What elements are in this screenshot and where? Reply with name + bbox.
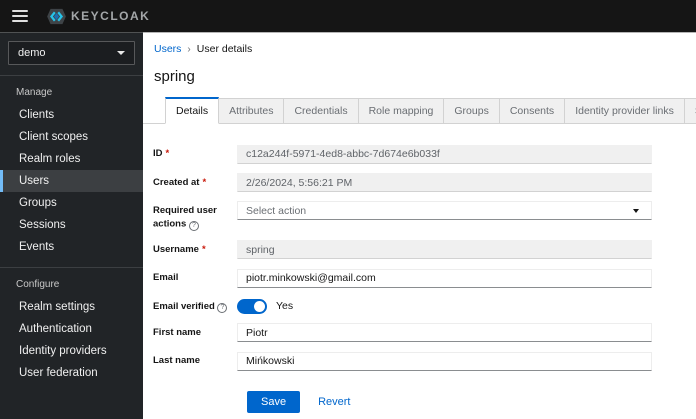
keycloak-logo-icon: [47, 8, 66, 24]
form-row-last-name: Last name: [153, 351, 652, 371]
nav-group-title-configure: Configure: [16, 279, 60, 290]
sidebar-item-realm-settings[interactable]: Realm settings: [0, 296, 143, 318]
sidebar-item-client-scopes[interactable]: Client scopes: [0, 126, 143, 148]
sidebar-item-sessions[interactable]: Sessions: [0, 214, 143, 236]
email-verified-toggle[interactable]: [237, 298, 267, 314]
breadcrumb: Users › User details: [143, 32, 696, 55]
tabs-bar: Details Attributes Credentials Role mapp…: [143, 97, 696, 124]
email-label: Email: [153, 272, 179, 284]
form-row-required-user-actions: Required user actions ? Select action: [153, 201, 652, 231]
required-marker: *: [165, 148, 170, 159]
email-verified-state: Yes: [276, 300, 294, 313]
help-icon[interactable]: ?: [188, 220, 199, 231]
tab-attributes[interactable]: Attributes: [219, 98, 285, 124]
sidebar: demo Manage Clients Client scopes Realm …: [0, 32, 143, 419]
form-actions: Save Revert: [247, 390, 652, 413]
required-user-actions-label: Required user actions ?: [153, 205, 217, 231]
breadcrumb-current: User details: [196, 43, 253, 55]
tab-details[interactable]: Details: [165, 97, 220, 124]
brand-text: KEYCLOAK: [71, 9, 151, 23]
last-name-field[interactable]: [237, 351, 652, 371]
created-at-field: [237, 173, 652, 192]
id-label: ID *: [153, 148, 170, 159]
tab-credentials[interactable]: Credentials: [284, 98, 359, 124]
first-name-label: First name: [153, 326, 202, 338]
last-name-label: Last name: [153, 355, 200, 367]
breadcrumb-separator-icon: ›: [187, 43, 191, 55]
sidebar-item-events[interactable]: Events: [0, 236, 143, 258]
email-verified-label: Email verified ?: [153, 297, 237, 314]
sidebar-item-groups[interactable]: Groups: [0, 192, 143, 214]
help-icon[interactable]: ?: [217, 303, 228, 314]
username-label: Username *: [153, 243, 206, 255]
sidebar-item-users[interactable]: Users: [0, 170, 143, 192]
realm-selector-value: demo: [18, 47, 46, 59]
email-field[interactable]: [237, 268, 652, 288]
user-details-form: ID* Created at* Required user actions ?: [143, 124, 696, 413]
required-user-actions-select[interactable]: Select action: [237, 201, 652, 220]
form-row-email-verified: Email verified ? Yes: [153, 297, 652, 314]
sidebar-item-authentication[interactable]: Authentication: [0, 318, 143, 340]
chevron-down-icon: [117, 51, 125, 55]
keycloak-logo: KEYCLOAK: [46, 8, 150, 25]
sidebar-item-identity-providers[interactable]: Identity providers: [0, 340, 143, 362]
select-placeholder: Select action: [246, 204, 307, 217]
tab-groups[interactable]: Groups: [444, 98, 500, 124]
revert-button[interactable]: Revert: [318, 396, 350, 408]
tab-identity-provider-links[interactable]: Identity provider links: [565, 98, 685, 124]
required-marker: *: [202, 176, 207, 188]
toggle-knob: [254, 300, 265, 312]
realm-selector[interactable]: demo: [8, 41, 135, 65]
form-row-username: Username *: [153, 240, 652, 260]
main-content: Users › User details spring Details Attr…: [143, 32, 696, 419]
tab-role-mapping[interactable]: Role mapping: [358, 98, 445, 124]
form-row-created-at: Created at *: [153, 173, 652, 192]
required-marker: *: [201, 243, 206, 255]
form-row-email: Email: [153, 268, 652, 288]
chevron-down-icon: [633, 208, 639, 213]
sidebar-item-clients[interactable]: Clients: [0, 104, 143, 126]
menu-toggle-icon[interactable]: [12, 10, 28, 22]
save-button[interactable]: Save: [247, 390, 301, 413]
created-at-label: Created at *: [153, 176, 207, 188]
breadcrumb-users-link[interactable]: Users: [154, 43, 181, 55]
id-field: [237, 144, 652, 164]
page-title: spring: [154, 68, 195, 85]
tab-consents[interactable]: Consents: [499, 98, 566, 124]
masthead: KEYCLOAK: [0, 0, 696, 32]
username-field: [237, 240, 652, 260]
form-row-id: ID *: [153, 144, 652, 164]
tab-sessions[interactable]: Sessions: [684, 98, 696, 124]
form-row-first-name: First name: [153, 323, 652, 343]
sidebar-item-realm-roles[interactable]: Realm roles: [0, 148, 143, 170]
sidebar-item-user-federation[interactable]: User federation: [0, 362, 143, 384]
first-name-field[interactable]: [237, 323, 652, 343]
nav-group-title-manage: Manage: [16, 87, 53, 98]
